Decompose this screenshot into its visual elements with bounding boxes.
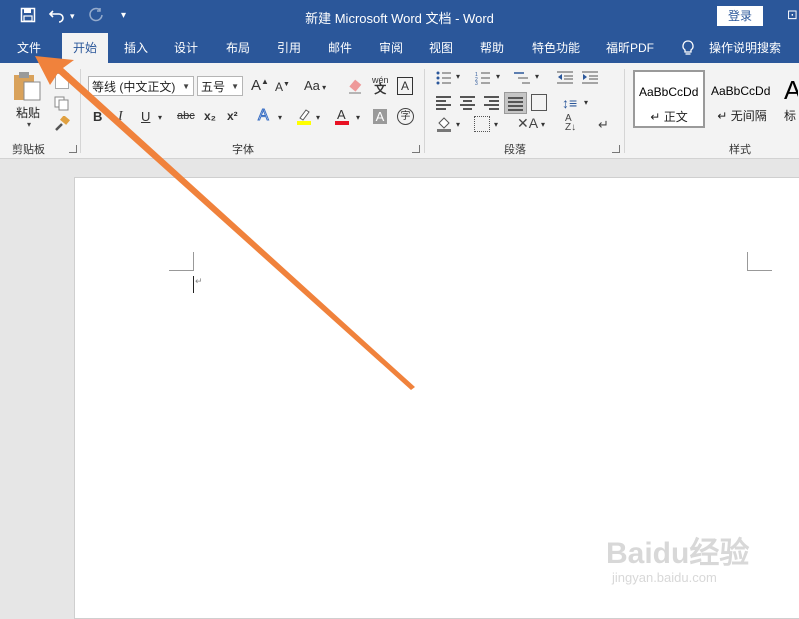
annotation-arrow — [35, 56, 415, 390]
arrow-icon — [35, 56, 415, 390]
